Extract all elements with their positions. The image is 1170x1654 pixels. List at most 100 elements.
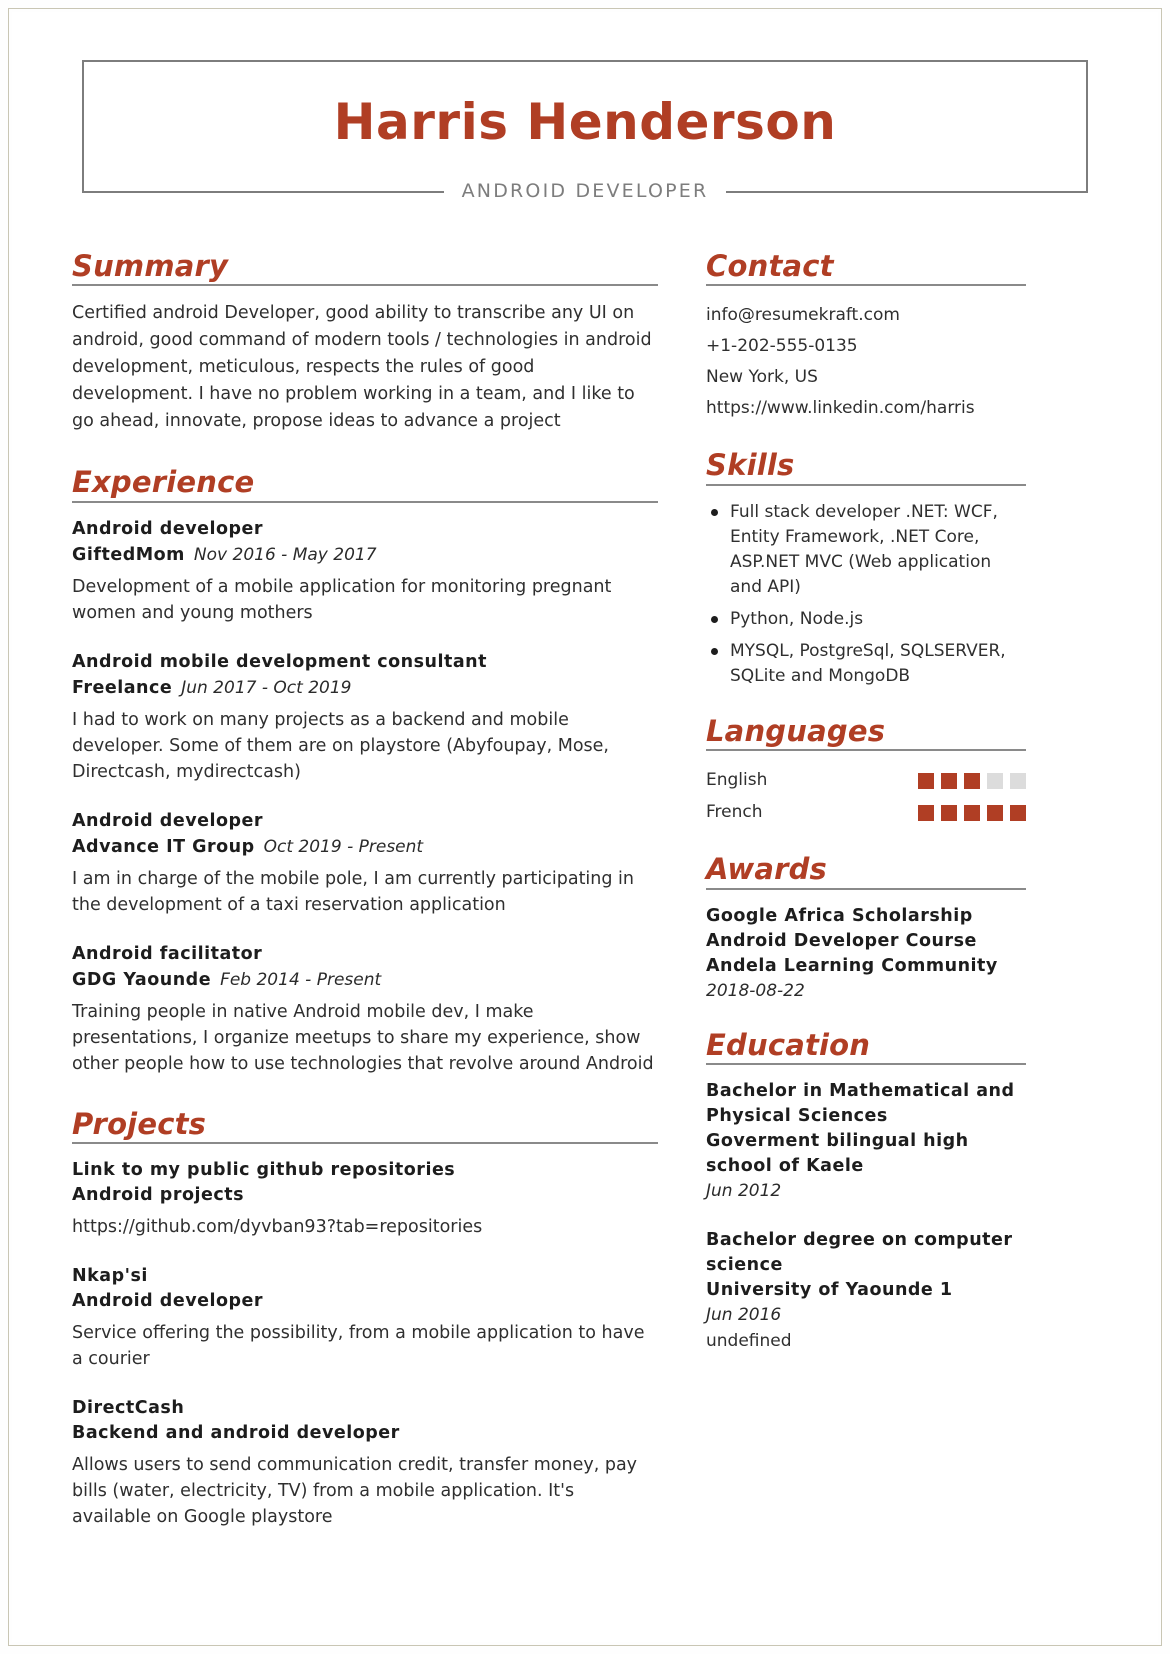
- job-role: Android developer: [72, 518, 264, 539]
- resume-page: Harris Henderson ANDROID DEVELOPER Summa…: [0, 0, 1170, 1654]
- rating-square-filled: [964, 804, 980, 821]
- language-row: English: [706, 765, 1026, 796]
- job-description: Development of a mobile application for …: [72, 576, 612, 623]
- section-rule: [706, 1063, 1026, 1066]
- education-school: University of Yaounde 1: [706, 1280, 953, 1301]
- section-rule: [706, 284, 1026, 287]
- job-org: GDG Yaounde: [72, 969, 212, 990]
- language-name: French: [706, 802, 763, 823]
- job-description: I had to work on many projects as a back…: [72, 709, 609, 782]
- section-rule: [72, 500, 658, 503]
- section-skills: Skills Full stack developer .NET: WCF, E…: [706, 450, 1026, 688]
- section-languages: Languages English French: [706, 713, 1026, 828]
- job-description: Training people in native Android mobile…: [72, 1001, 654, 1074]
- project-entry: Link to my public github repositories An…: [72, 1158, 658, 1240]
- section-heading-languages: Languages: [706, 713, 886, 748]
- education-date: Jun 2012: [706, 1181, 782, 1202]
- award-date: 2018-08-22: [706, 980, 805, 1001]
- job-title-wrapper: ANDROID DEVELOPER: [84, 178, 1086, 204]
- skills-list: Full stack developer .NET: WCF, Entity F…: [706, 500, 1026, 689]
- section-summary: Summary Certified android Developer, goo…: [72, 251, 658, 435]
- section-heading-contact: Contact: [706, 249, 834, 283]
- job-org-line: GiftedMom Nov 2016 - May 2017: [72, 542, 658, 568]
- project-role: Backend and android developer: [72, 1423, 400, 1444]
- skill-item: Full stack developer .NET: WCF, Entity F…: [711, 500, 1026, 600]
- job-dates: Oct 2019 - Present: [263, 836, 424, 857]
- language-level-english: [918, 772, 1026, 789]
- education-degree-cont: science: [706, 1255, 783, 1276]
- section-heading-skills: Skills: [706, 448, 795, 483]
- left-column: Summary Certified android Developer, goo…: [72, 251, 670, 1536]
- rating-square-filled: [941, 804, 957, 821]
- section-heading-experience: Experience: [72, 465, 255, 500]
- section-experience: Experience Android developer GiftedMom No…: [72, 467, 658, 1076]
- job-org-line: GDG Yaounde Feb 2014 - Present: [72, 967, 658, 993]
- section-rule: [706, 483, 1026, 486]
- job-org: GiftedMom: [72, 544, 185, 565]
- project-name: DirectCash: [72, 1398, 185, 1419]
- education-entry: Bachelor degree on computer science Univ…: [706, 1228, 1026, 1355]
- summary-text: Certified android Developer, good abilit…: [72, 303, 652, 432]
- experience-entry: Android facilitator GDG Yaounde Feb 2014 …: [72, 942, 658, 1077]
- language-name: English: [706, 770, 768, 791]
- job-org: Advance IT Group: [72, 836, 255, 857]
- job-org-line: Freelance Jun 2017 - Oct 2019: [72, 675, 658, 701]
- project-role: Android projects: [72, 1185, 245, 1206]
- section-rule: [72, 1142, 658, 1145]
- education-degree: Bachelor degree on computer: [706, 1230, 1013, 1251]
- award-entry: Google Africa Scholarship Android Develo…: [706, 904, 1026, 1004]
- experience-entry: Android mobile development consultant Fr…: [72, 650, 658, 785]
- section-contact: Contact info@resumekraft.com +1-202-555-…: [706, 251, 1026, 424]
- project-description: https://github.com/dyvban93?tab=reposito…: [72, 1217, 483, 1238]
- project-entry: Nkap'si Android developer Service offeri…: [72, 1264, 658, 1372]
- section-rule: [706, 887, 1026, 890]
- section-awards: Awards Google Africa Scholarship Android…: [706, 854, 1026, 1003]
- education-school-cont: school of Kaele: [706, 1156, 864, 1177]
- section-projects: Projects Link to my public github reposi…: [72, 1106, 658, 1530]
- project-name: Link to my public github repositories: [72, 1160, 456, 1181]
- education-date: Jun 2016: [706, 1305, 782, 1326]
- section-heading-projects: Projects: [72, 1106, 207, 1141]
- project-entry: DirectCash Backend and android developer…: [72, 1396, 658, 1530]
- contact-phone[interactable]: +1-202-555-0135: [706, 331, 1026, 362]
- education-degree: Bachelor in Mathematical and: [706, 1081, 1015, 1102]
- education-degree-cont: Physical Sciences: [706, 1106, 888, 1127]
- contact-location: New York, US: [706, 367, 818, 388]
- skill-item: Python, Node.js: [711, 607, 1026, 632]
- project-role: Android developer: [72, 1291, 264, 1312]
- rating-square-filled: [918, 772, 934, 789]
- content-columns: Summary Certified android Developer, goo…: [72, 251, 1098, 1536]
- section-rule: [706, 749, 1026, 752]
- experience-entry: Android developer Advance IT Group Oct 20…: [72, 809, 658, 918]
- experience-entry: Android developer GiftedMom Nov 2016 - Ma…: [72, 517, 658, 626]
- section-rule: [72, 284, 658, 287]
- contact-linkedin[interactable]: https://www.linkedin.com/harris: [706, 393, 1026, 424]
- project-description: Service offering the possibility, from a…: [72, 1323, 645, 1370]
- job-description: I am in charge of the mobile pole, I am …: [72, 868, 635, 915]
- job-dates: Nov 2016 - May 2017: [193, 544, 377, 565]
- job-dates: Jun 2017 - Oct 2019: [181, 677, 352, 698]
- rating-square-filled: [1010, 804, 1026, 821]
- job-role: Android facilitator: [72, 943, 263, 964]
- project-description: Allows users to send communication credi…: [72, 1455, 638, 1528]
- education-school: Goverment bilingual high: [706, 1131, 969, 1152]
- rating-square-filled: [941, 772, 957, 789]
- rating-square-filled: [987, 804, 1003, 821]
- skill-item: MYSQL, PostgreSql, SQLSERVER, SQLite and…: [711, 639, 1026, 689]
- right-column: Contact info@resumekraft.com +1-202-555-…: [706, 251, 1026, 1379]
- language-row: French: [706, 797, 1026, 828]
- contact-email[interactable]: info@resumekraft.com: [706, 300, 1026, 331]
- job-role: Android developer: [72, 810, 264, 831]
- section-education: Education Bachelor in Mathematical and P…: [706, 1029, 1026, 1355]
- language-level-french: [918, 804, 1026, 821]
- job-org: Freelance: [72, 677, 173, 698]
- page-title: Harris Henderson: [333, 93, 837, 151]
- section-heading-awards: Awards: [706, 852, 828, 887]
- resume-header: Harris Henderson ANDROID DEVELOPER: [82, 60, 1088, 204]
